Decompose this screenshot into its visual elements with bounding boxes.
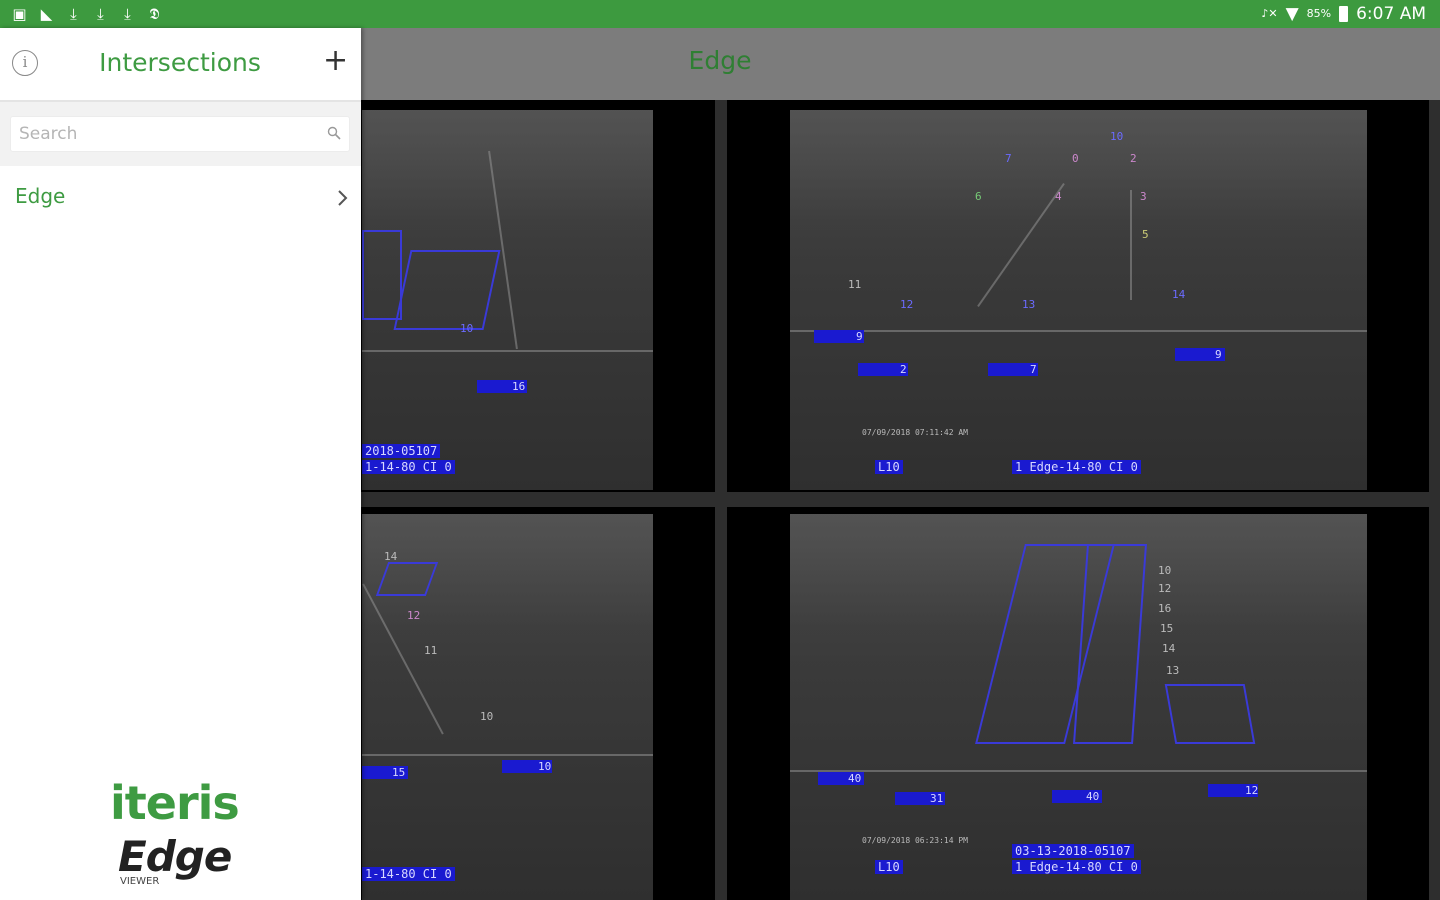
zone-label: 10	[480, 710, 494, 723]
zone-label: 2	[1130, 152, 1137, 165]
zone-label: 14	[1162, 642, 1176, 655]
wifi-icon: ▼	[1285, 4, 1299, 24]
zone-label: 12	[1245, 784, 1259, 797]
zone-label: 10	[460, 322, 474, 335]
zone-label: 12	[407, 609, 421, 622]
zone-label: 14	[1172, 288, 1186, 301]
zone-label: 11	[424, 644, 438, 657]
osd-text: 1-14-80 CI 0	[362, 867, 455, 881]
clock: 6:07 AM	[1356, 4, 1426, 24]
download-icon: ⤓	[97, 5, 104, 23]
detection-zone	[1073, 544, 1147, 744]
logo-product: Edge	[118, 832, 232, 881]
zone-label: 15	[1160, 622, 1174, 635]
zone-label: 10	[1110, 130, 1124, 143]
zone-label: 16	[1158, 602, 1172, 615]
camera-feed: 14 12 11 10 15 10 1-14-80 CI 0	[362, 514, 653, 900]
camera-feed: 10 12 16 15 14 13 40 31 40 12 07/09/2018…	[790, 514, 1367, 900]
chevron-right-icon	[338, 190, 348, 206]
nyt-icon: 𝕯	[149, 5, 160, 23]
camera-feed: 10 16 2018-05107 1-14-80 CI 0	[362, 110, 653, 490]
osd-text: 1 Edge-14-80 CI 0	[1012, 460, 1141, 474]
zone-label: 5	[1142, 228, 1149, 241]
zone-label: 15	[392, 766, 406, 779]
battery-icon	[1339, 6, 1349, 22]
list-item-label: Edge	[15, 184, 66, 208]
zone-label: 7	[1030, 363, 1037, 376]
download-icon: ⤓	[70, 5, 77, 23]
zone-label: 4	[1055, 190, 1062, 203]
page-title: Edge	[688, 46, 752, 75]
add-intersection-button[interactable]: +	[323, 44, 348, 78]
zone-label: 10	[1158, 564, 1172, 577]
detection-zone	[375, 562, 439, 596]
notification-icons: ▣ ◣ ⤓ ⤓ ⤓ 𝕯	[10, 3, 164, 25]
info-icon[interactable]: i	[12, 50, 38, 76]
zone-label: 6	[975, 190, 982, 203]
drawer-title: Intersections	[99, 48, 261, 77]
zone-label: 12	[900, 298, 914, 311]
osd-text: 1 Edge-14-80 CI 0	[1012, 860, 1141, 874]
zone-label: 2	[900, 363, 907, 376]
zone-label: 3	[1140, 190, 1147, 203]
search-icon[interactable]	[327, 126, 341, 140]
zone-label: 7	[1005, 152, 1012, 165]
logo-sub: VIEWER	[120, 876, 160, 887]
osd-text: 03-13-2018-05107	[1012, 844, 1134, 858]
status-bar: ▣ ◣ ⤓ ⤓ ⤓ 𝕯 ♪✕ ▼ 85% 6:07 AM	[0, 0, 1440, 28]
date-stamp: 07/09/2018 07:11:42 AM	[862, 428, 968, 437]
osd-text: 1-14-80 CI 0	[362, 460, 455, 474]
date-stamp: 07/09/2018 06:23:14 PM	[862, 836, 968, 845]
osd-text: L10	[875, 460, 903, 474]
osd-text: 2018-05107	[362, 444, 441, 458]
system-indicators: ♪✕ ▼ 85% 6:07 AM	[1261, 2, 1426, 26]
zone-label: 9	[856, 330, 863, 343]
zone-label: 14	[384, 550, 398, 563]
search-bar	[0, 102, 361, 166]
zone-label: 10	[538, 760, 552, 773]
zone-label: 9	[1215, 348, 1222, 361]
zone-label: 40	[848, 772, 862, 785]
zone-label: 0	[1072, 152, 1079, 165]
download-icon: ⤓	[124, 5, 131, 23]
drawer-header: i Intersections +	[0, 28, 361, 102]
camera-feed: 10 7 0 2 6 3 4 5 11 12 13 14 9 2 7 9 07/…	[790, 110, 1367, 490]
search-field[interactable]	[10, 116, 350, 152]
camera-tile[interactable]: 10 7 0 2 6 3 4 5 11 12 13 14 9 2 7 9 07/…	[727, 100, 1429, 492]
detection-zone	[362, 230, 402, 320]
zone-label: 13	[1022, 298, 1036, 311]
battery-percent: 85%	[1306, 7, 1332, 20]
mute-icon: ♪✕	[1261, 7, 1278, 20]
detection-zone	[1164, 684, 1256, 744]
zone-label: 40	[1086, 790, 1100, 803]
osd-text: L10	[875, 860, 903, 874]
logo-brand: iteris	[110, 776, 240, 830]
list-item-edge[interactable]: Edge	[0, 168, 361, 228]
zone-label: 12	[1158, 582, 1172, 595]
zone-label: 13	[1166, 664, 1180, 677]
iteris-edge-logo: iteris Edge VIEWER	[110, 776, 260, 891]
detection-zone	[393, 250, 501, 330]
zone-label: 11	[848, 278, 862, 291]
image-icon: ▣	[12, 5, 27, 23]
camera-tile[interactable]: 10 12 16 15 14 13 40 31 40 12 07/09/2018…	[727, 507, 1429, 900]
zone-label: 16	[512, 380, 526, 393]
flipboard-icon: ◣	[40, 5, 53, 23]
zone-label: 31	[930, 792, 944, 805]
search-input[interactable]	[11, 117, 309, 151]
navigation-drawer: i Intersections + Edge iteris Edge VIEWE…	[0, 28, 361, 900]
